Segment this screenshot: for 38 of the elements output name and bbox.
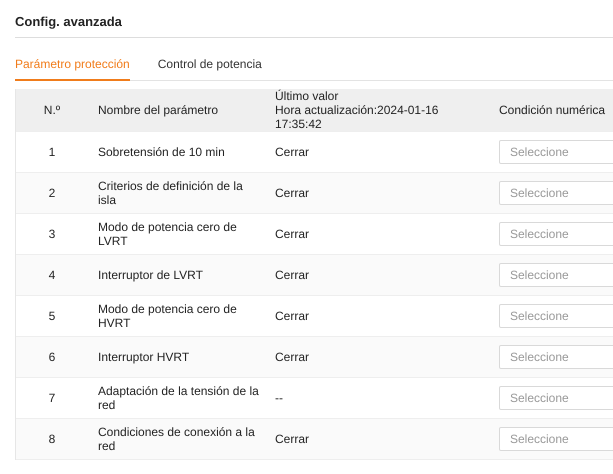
table-cell-text: 1: [48, 145, 56, 159]
table-cell-text: Cerrar: [274, 227, 310, 241]
select-field[interactable]: Seleccione: [499, 181, 613, 205]
table-cell-text: 6: [48, 350, 56, 364]
table-cell-text: Cerrar: [274, 268, 310, 282]
table-cell-text: Condiciones de conexión a la red: [97, 425, 256, 453]
table-cell-text: 8: [48, 432, 56, 446]
select-field[interactable]: Seleccione: [499, 304, 613, 328]
select-field[interactable]: Seleccione: [499, 386, 613, 410]
table-cell-text: Modo de potencia cero de LVRT: [97, 220, 238, 248]
table-cell-text: Interruptor HVRT: [97, 350, 190, 364]
table-cell-text: Cerrar: [274, 432, 310, 446]
table-cell-text: --: [274, 391, 284, 405]
select-field[interactable]: Seleccione: [499, 263, 613, 287]
table-cell-text: Adaptación de la tensión de la red: [97, 384, 260, 412]
tab[interactable]: Control de potencia: [158, 50, 262, 81]
table-cell-text: 4: [48, 268, 56, 282]
column-header: N.º: [42, 103, 62, 117]
table-cell-text: Criterios de definición de la isla: [97, 179, 244, 207]
table-cell-text: Sobretensión de 10 min: [97, 145, 226, 159]
page-title: Config. avanzada: [15, 12, 613, 38]
table-cell-text: Cerrar: [274, 309, 310, 323]
table-cell-text: 2: [48, 186, 56, 200]
table-cell-text: Modo de potencia cero de HVRT: [97, 302, 238, 330]
table-cell-text: Cerrar: [274, 350, 310, 364]
table-cell-text: 7: [48, 391, 56, 405]
column-header: Condición numérica: [498, 103, 606, 117]
table-cell-text: 5: [48, 309, 56, 323]
table-cell-text: Cerrar: [274, 186, 310, 200]
select-field[interactable]: Seleccione: [499, 345, 613, 369]
table-cell-text: Interruptor de LVRT: [97, 268, 204, 282]
select-field[interactable]: Seleccione: [499, 222, 613, 246]
select-field[interactable]: Seleccione: [499, 140, 613, 164]
column-header: Nombre del parámetro: [97, 103, 220, 117]
select-field[interactable]: Seleccione: [499, 427, 613, 451]
column-header: Último valor Hora actualización:2024-01-16 17:35:42: [274, 89, 440, 131]
table-cell-text: 3: [48, 227, 56, 241]
table-cell-text: Cerrar: [274, 145, 310, 159]
